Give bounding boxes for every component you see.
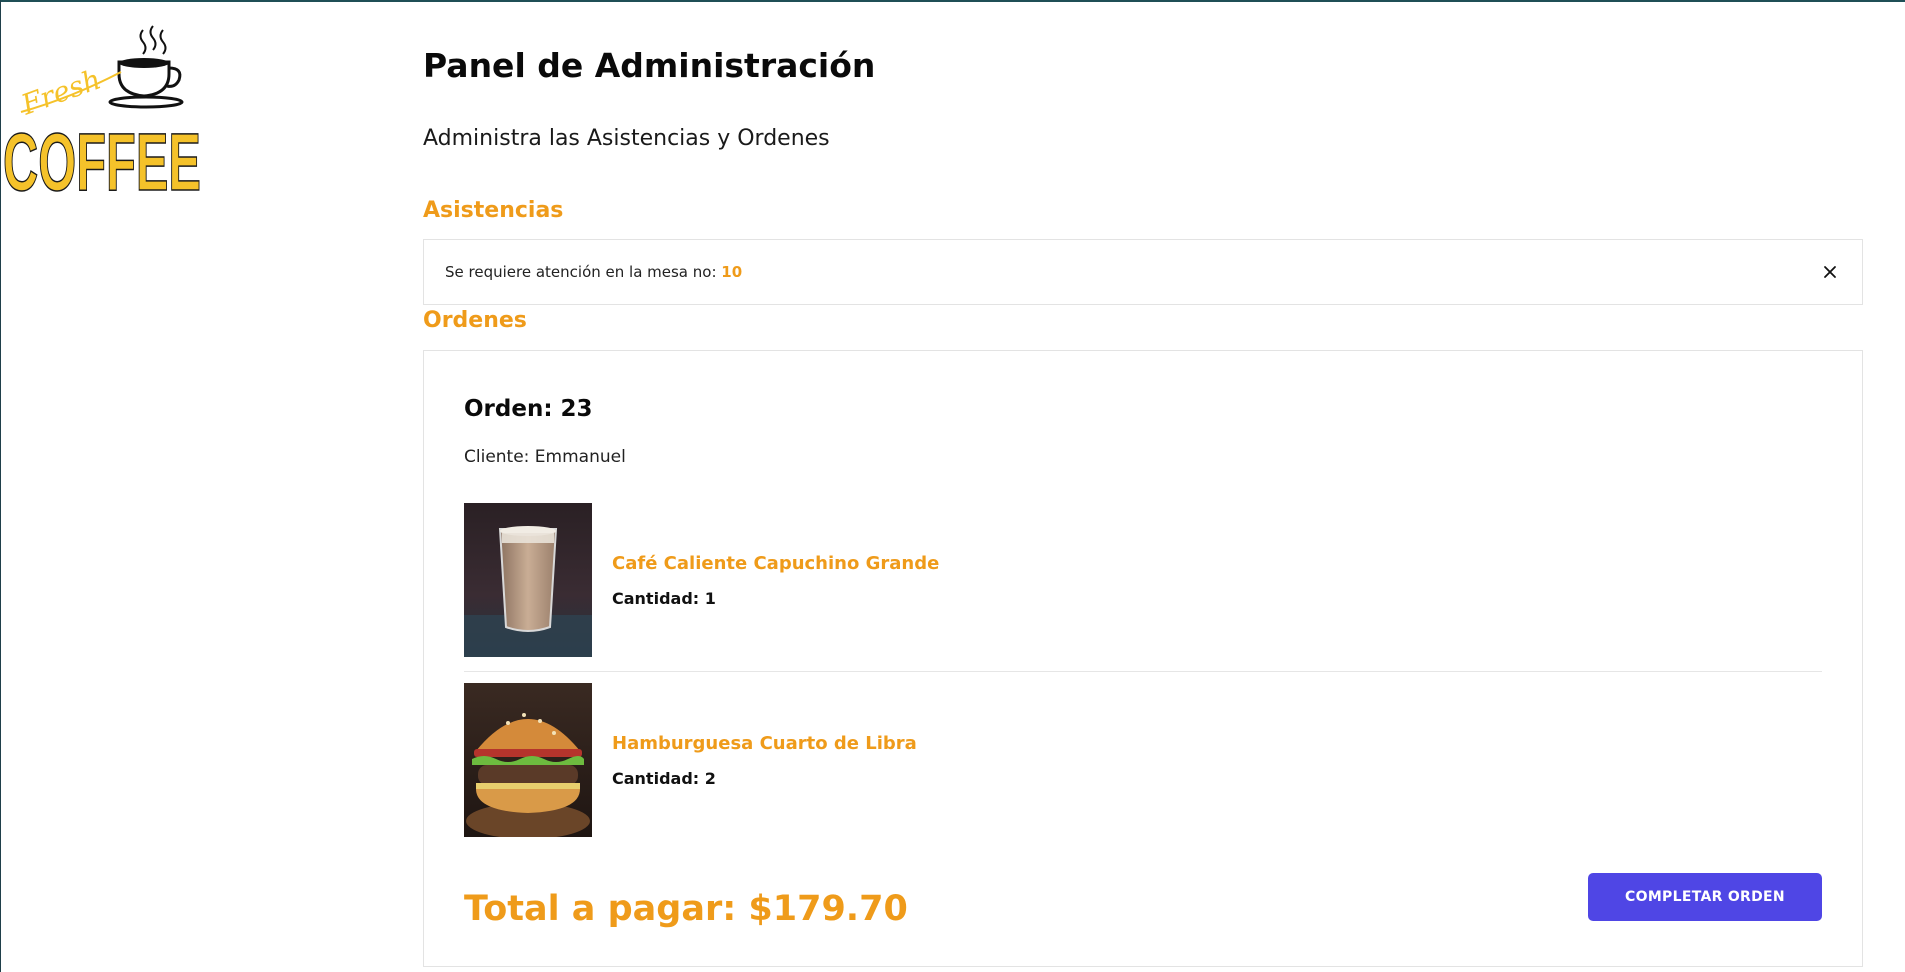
sidebar: Fresh COFFEE: [1, 2, 411, 970]
item-quantity: Cantidad: 2: [612, 769, 716, 788]
complete-order-button[interactable]: COMPLETAR ORDEN: [1588, 873, 1822, 921]
coffee-cup-icon: [108, 58, 184, 109]
orders-section-title: Ordenes: [423, 308, 527, 333]
item-name: Hamburguesa Cuarto de Libra: [612, 733, 917, 754]
page-title: Panel de Administración: [423, 46, 876, 85]
assistance-section-title: Asistencias: [423, 198, 564, 223]
order-number: Orden: 23: [464, 396, 593, 422]
order-item: Café Caliente Capuchino Grande Cantidad:…: [464, 503, 1822, 657]
order-item: Hamburguesa Cuarto de Libra Cantidad: 2: [464, 683, 1822, 837]
alert-message: Se requiere atención en la mesa no:: [445, 263, 717, 281]
item-name: Café Caliente Capuchino Grande: [612, 553, 940, 574]
order-client: Cliente: Emmanuel: [464, 447, 626, 467]
fresh-coffee-logo: Fresh COFFEE: [2, 25, 202, 209]
table-number: 10: [721, 263, 743, 281]
brand-logo: Fresh COFFEE: [1, 20, 206, 209]
close-icon: [1824, 266, 1836, 278]
dismiss-alert-button[interactable]: [1816, 258, 1844, 286]
page-subtitle: Administra las Asistencias y Ordenes: [423, 126, 830, 151]
burger-image: [464, 683, 592, 837]
assistance-alert-text: Se requiere atención en la mesa no: 10: [445, 263, 742, 281]
item-divider: [464, 671, 1822, 672]
cappuccino-image: [464, 503, 592, 657]
logo-word-text: COFFEE: [3, 117, 201, 198]
logo-script-text: Fresh: [16, 62, 105, 121]
assistance-alert: Se requiere atención en la mesa no: 10: [423, 239, 1863, 305]
order-card: Orden: 23 Cliente: Emmanuel Café Calient…: [423, 350, 1863, 967]
item-quantity: Cantidad: 1: [612, 589, 716, 608]
order-total: Total a pagar: $179.70: [464, 889, 908, 929]
